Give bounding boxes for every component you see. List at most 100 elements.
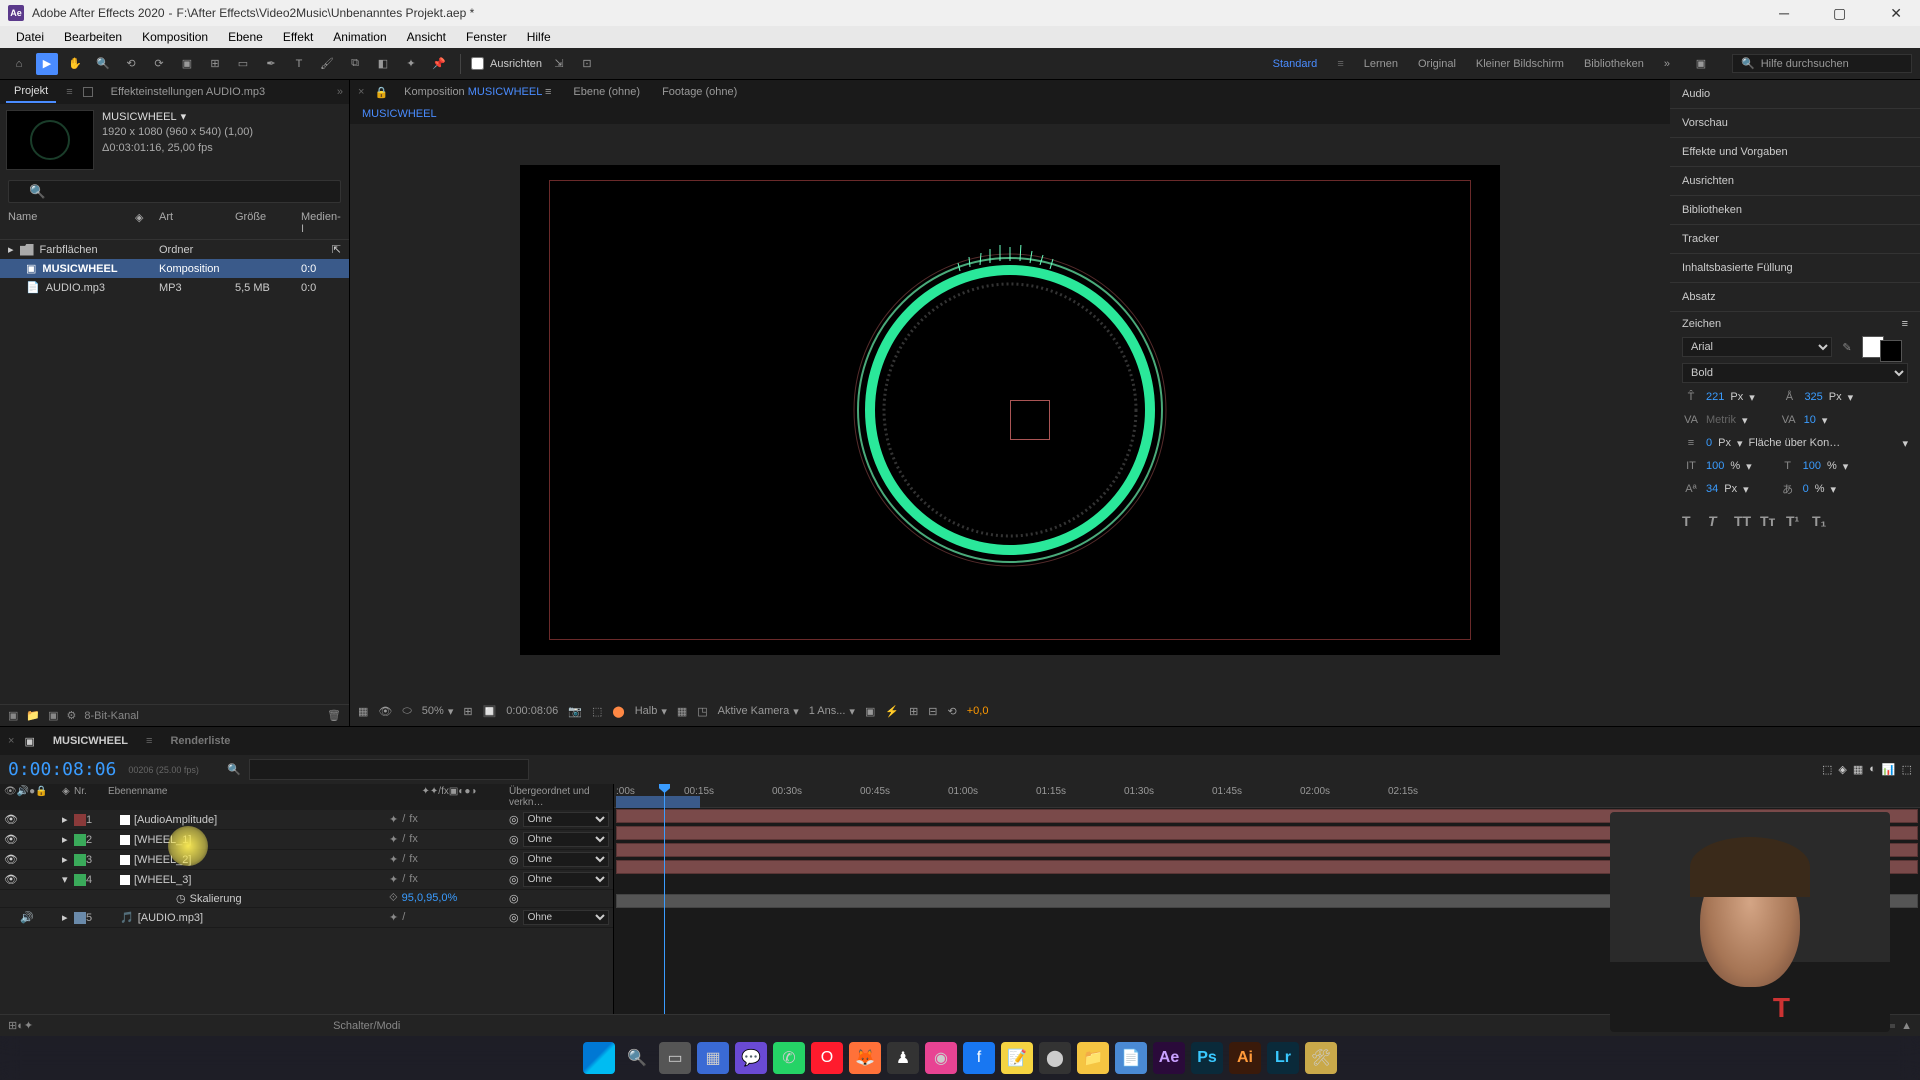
hscale-value[interactable]: 100	[1803, 460, 1821, 472]
tsume-value[interactable]: 0	[1803, 483, 1809, 495]
smallcaps-icon[interactable]: Tᴛ	[1760, 513, 1780, 529]
draft3d-icon[interactable]: ◈	[1838, 763, 1846, 776]
menu-bearbeiten[interactable]: Bearbeiten	[54, 30, 132, 44]
tab-effects[interactable]: Effekteinstellungen AUDIO.mp3	[103, 82, 274, 102]
expand-icon[interactable]: ▾	[62, 874, 68, 886]
workspace-reset-icon[interactable]: ▣	[1690, 53, 1712, 75]
tl-search-icon[interactable]: 🔍	[227, 763, 241, 776]
workspace-more-icon[interactable]: »	[1664, 58, 1670, 70]
toggle-xform-icon[interactable]: ✦	[24, 1019, 33, 1032]
photoshop-icon[interactable]: Ps	[1191, 1042, 1223, 1074]
interpret-icon[interactable]: ▣	[8, 709, 18, 722]
pickwhip-icon[interactable]: ◎	[509, 892, 519, 905]
dropdown-icon[interactable]: ▾	[181, 110, 187, 125]
pickwhip-icon[interactable]: ◎	[509, 853, 519, 866]
tab-layer[interactable]: Ebene (ohne)	[567, 84, 646, 100]
region-icon[interactable]: ⬚	[592, 705, 602, 718]
toggle-switches-icon[interactable]: ⊞	[8, 1019, 17, 1032]
col-label-icon[interactable]: ◈	[135, 211, 153, 235]
col-type[interactable]: Art	[159, 211, 229, 235]
menu-datei[interactable]: Datei	[6, 30, 54, 44]
pickwhip-icon[interactable]: ◎	[509, 833, 519, 846]
workspace-bibliotheken[interactable]: Bibliotheken	[1584, 58, 1644, 70]
snap-opts-icon[interactable]: ⇲	[548, 53, 570, 75]
chevron-down-icon[interactable]: ▾	[448, 705, 454, 718]
camera-tool-icon[interactable]: ▣	[176, 53, 198, 75]
col-size[interactable]: Größe	[235, 211, 295, 235]
panel-content-fill[interactable]: Inhaltsbasierte Füllung	[1670, 254, 1920, 283]
stopwatch-icon[interactable]: ◷	[176, 892, 186, 905]
maximize-icon[interactable]: ▢	[1823, 5, 1856, 22]
layer-color[interactable]	[74, 854, 86, 866]
fx-icon[interactable]: fx	[409, 813, 418, 826]
layer-row[interactable]: 🔊 ▸ 5 🎵[AUDIO.mp3] ✦/ ◎Ohne	[0, 908, 613, 928]
mag-icon[interactable]: ▦	[358, 705, 368, 718]
panel-ausrichten[interactable]: Ausrichten	[1670, 167, 1920, 196]
new-folder-icon[interactable]: 📁	[26, 709, 40, 722]
eye-icon[interactable]: 👁	[4, 833, 18, 846]
toggle-modes-icon[interactable]: ◐	[17, 1020, 24, 1032]
pixel-aspect-icon[interactable]: ▣	[865, 705, 875, 718]
tracking-value[interactable]: 10	[1804, 414, 1816, 426]
snapshot-icon[interactable]: 📷	[568, 705, 582, 718]
allcaps-icon[interactable]: TT	[1734, 513, 1754, 529]
shape-tool-icon[interactable]: ▭	[232, 53, 254, 75]
fast-preview-icon[interactable]: ⚡	[885, 705, 899, 718]
color-mgmt-icon[interactable]: ⬤	[612, 705, 624, 718]
italic-icon[interactable]: T	[1708, 513, 1728, 529]
subscript-icon[interactable]: T₁	[1812, 513, 1832, 529]
breadcrumb[interactable]: MUSICWHEEL	[362, 108, 437, 120]
zoom-tool-icon[interactable]: 🔍	[92, 53, 114, 75]
layer-color[interactable]	[74, 814, 86, 826]
channel-icon[interactable]: 👁	[378, 705, 392, 718]
menu-fenster[interactable]: Fenster	[456, 30, 517, 44]
parent-select[interactable]: Ohne	[523, 910, 609, 925]
current-timecode[interactable]: 0:00:08:06	[8, 759, 116, 780]
whatsapp-icon[interactable]: ✆	[773, 1042, 805, 1074]
anchor-tool-icon[interactable]: ⊞	[204, 53, 226, 75]
new-comp-icon[interactable]: ▣	[48, 709, 58, 722]
stroke-color[interactable]	[1880, 340, 1902, 362]
expand-icon[interactable]: ▸	[62, 912, 68, 924]
workspace-lernen[interactable]: Lernen	[1364, 58, 1398, 70]
menu-animation[interactable]: Animation	[323, 30, 396, 44]
firefox-icon[interactable]: 🦊	[849, 1042, 881, 1074]
layer-row[interactable]: 👁 ▸ 3 [WHEEL_2] ✦/fx ◎Ohne	[0, 850, 613, 870]
pickwhip-icon[interactable]: ◎	[509, 911, 519, 924]
text-tool-icon[interactable]: T	[288, 53, 310, 75]
stroke-value[interactable]: 0	[1706, 437, 1712, 449]
playhead[interactable]	[664, 784, 665, 1014]
composite-icon[interactable]: ⬚	[1822, 763, 1832, 776]
workspace-original[interactable]: Original	[1418, 58, 1456, 70]
graph-editor-icon[interactable]: 📊	[1882, 763, 1896, 776]
panel-vorschau[interactable]: Vorschau	[1670, 109, 1920, 138]
superscript-icon[interactable]: T¹	[1786, 513, 1806, 529]
shy-icon[interactable]: ✦	[389, 813, 398, 826]
views-select[interactable]: 1 Ans...	[809, 705, 846, 717]
bold-icon[interactable]: T	[1682, 513, 1702, 529]
panel-menu-icon[interactable]: ≡	[1902, 318, 1908, 330]
opera-icon[interactable]: O	[811, 1042, 843, 1074]
exposure-value[interactable]: +0,0	[967, 705, 989, 717]
menu-hilfe[interactable]: Hilfe	[517, 30, 561, 44]
mask-icon[interactable]: ⬭	[402, 705, 411, 718]
app-icon[interactable]: ♟	[887, 1042, 919, 1074]
baseline-value[interactable]: 34	[1706, 483, 1718, 495]
switches-modes-label[interactable]: Schalter/Modi	[333, 1020, 400, 1032]
layer-row[interactable]: 👁 ▾ 4 [WHEEL_3] ✦/fx ◎Ohne	[0, 870, 613, 890]
expand-icon[interactable]: ▸	[62, 814, 68, 826]
editor-icon[interactable]: 📄	[1115, 1042, 1147, 1074]
layer-row[interactable]: 👁 ▸ 1 [AudioAmplitude] ✦/fx ◎Ohne	[0, 810, 613, 830]
vscale-value[interactable]: 100	[1706, 460, 1724, 472]
workspace-menu-icon[interactable]: ≡	[1337, 58, 1343, 70]
workspace-kleiner[interactable]: Kleiner Bildschirm	[1476, 58, 1564, 70]
reset-exposure-icon[interactable]: ⟲	[948, 705, 957, 718]
task-view-icon[interactable]: ▭	[659, 1042, 691, 1074]
fill-over-stroke[interactable]: Fläche über Kon…	[1749, 437, 1897, 449]
col-name[interactable]: Name	[8, 211, 129, 235]
menu-effekt[interactable]: Effekt	[273, 30, 323, 44]
brain-icon[interactable]: ⬚	[1902, 763, 1912, 776]
puppet-tool-icon[interactable]: 📌	[428, 53, 450, 75]
snap-grid-icon[interactable]: ⊡	[576, 53, 598, 75]
messenger-icon[interactable]: ◉	[925, 1042, 957, 1074]
